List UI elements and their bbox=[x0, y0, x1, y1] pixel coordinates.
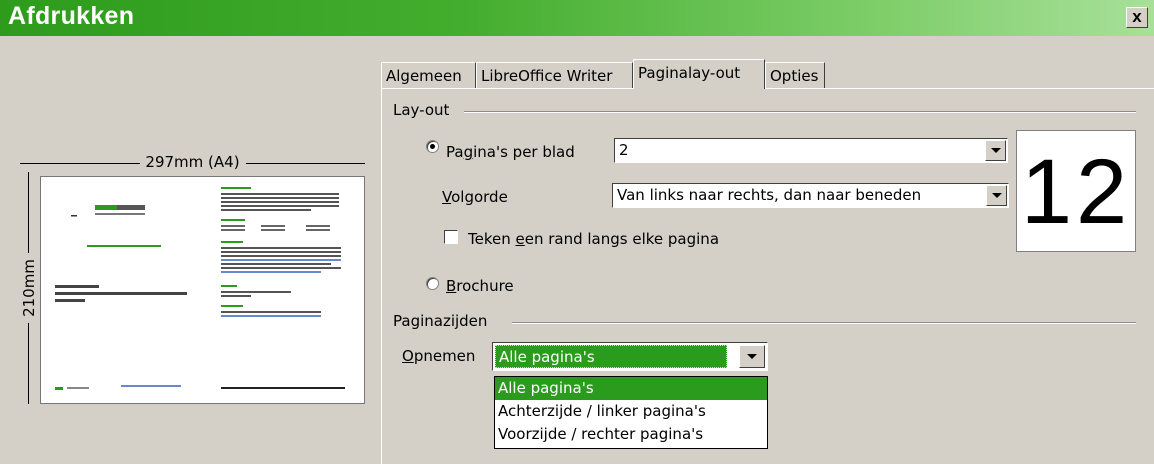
dropdown-option-front-right-pages[interactable]: Voorzijde / rechter pagina's bbox=[495, 423, 767, 446]
page-thumbnail-image bbox=[55, 187, 345, 390]
layout-group-divider bbox=[464, 111, 1136, 113]
include-label: Opnemen bbox=[402, 347, 476, 365]
dropdown-option-all-pages[interactable]: Alle pagina's bbox=[495, 377, 767, 400]
page-sides-group-divider bbox=[512, 322, 1136, 324]
dropdown-option-back-left-pages[interactable]: Achterzijde / linker pagina's bbox=[495, 400, 767, 423]
brochure-label: Brochure bbox=[446, 277, 514, 295]
layout-preview-box: 12 bbox=[1016, 130, 1136, 252]
tab-algemeen[interactable]: Algemeen bbox=[381, 62, 476, 88]
order-select[interactable]: Van links naar rechts, dan naar beneden bbox=[612, 183, 1009, 208]
width-label: 297mm (A4) bbox=[139, 153, 246, 171]
tab-label: Paginalay-out bbox=[638, 64, 741, 82]
title-bar: Afdrukken x bbox=[0, 0, 1154, 36]
pages-per-sheet-label: Pagina's per blad bbox=[446, 143, 575, 161]
include-selected-value: Alle pagina's bbox=[495, 345, 727, 368]
page-preview bbox=[40, 176, 365, 404]
page-sides-group-label: Paginazijden bbox=[393, 312, 488, 330]
width-dimension: 297mm (A4) bbox=[20, 153, 365, 175]
draw-border-checkbox[interactable] bbox=[444, 230, 458, 244]
tab-opties[interactable]: Opties bbox=[765, 62, 825, 88]
include-select[interactable]: Alle pagina's bbox=[492, 342, 768, 371]
layout-group-label: Lay-out bbox=[393, 101, 450, 119]
tab-libreoffice-writer[interactable]: LibreOffice Writer bbox=[476, 62, 633, 88]
close-icon: x bbox=[1132, 7, 1142, 26]
tab-label: LibreOffice Writer bbox=[481, 67, 613, 85]
chevron-down-icon[interactable] bbox=[986, 185, 1007, 206]
close-button[interactable]: x bbox=[1126, 7, 1148, 28]
tab-label: Algemeen bbox=[386, 67, 462, 85]
chevron-down-icon[interactable] bbox=[985, 140, 1006, 161]
height-label: 210mm bbox=[20, 253, 38, 323]
tab-label: Opties bbox=[770, 67, 819, 85]
brochure-radio[interactable] bbox=[426, 277, 439, 290]
order-value: Van links naar rechts, dan naar beneden bbox=[617, 186, 922, 204]
chevron-down-icon[interactable] bbox=[739, 345, 765, 368]
pages-per-sheet-radio[interactable] bbox=[426, 140, 439, 153]
window-title: Afdrukken bbox=[8, 2, 135, 30]
tab-paginalay-out[interactable]: Paginalay-out bbox=[633, 59, 765, 89]
pages-per-sheet-value: 2 bbox=[619, 141, 629, 159]
height-dimension: 210mm bbox=[18, 172, 40, 404]
draw-border-label: Teken een rand langs elke pagina bbox=[468, 230, 720, 248]
pages-per-sheet-combo[interactable]: 2 bbox=[614, 138, 1008, 163]
include-dropdown-list: Alle pagina's Achterzijde / linker pagin… bbox=[494, 376, 768, 449]
layout-preview-number: 12 bbox=[1020, 141, 1132, 243]
order-label: Volgorde bbox=[442, 188, 508, 206]
